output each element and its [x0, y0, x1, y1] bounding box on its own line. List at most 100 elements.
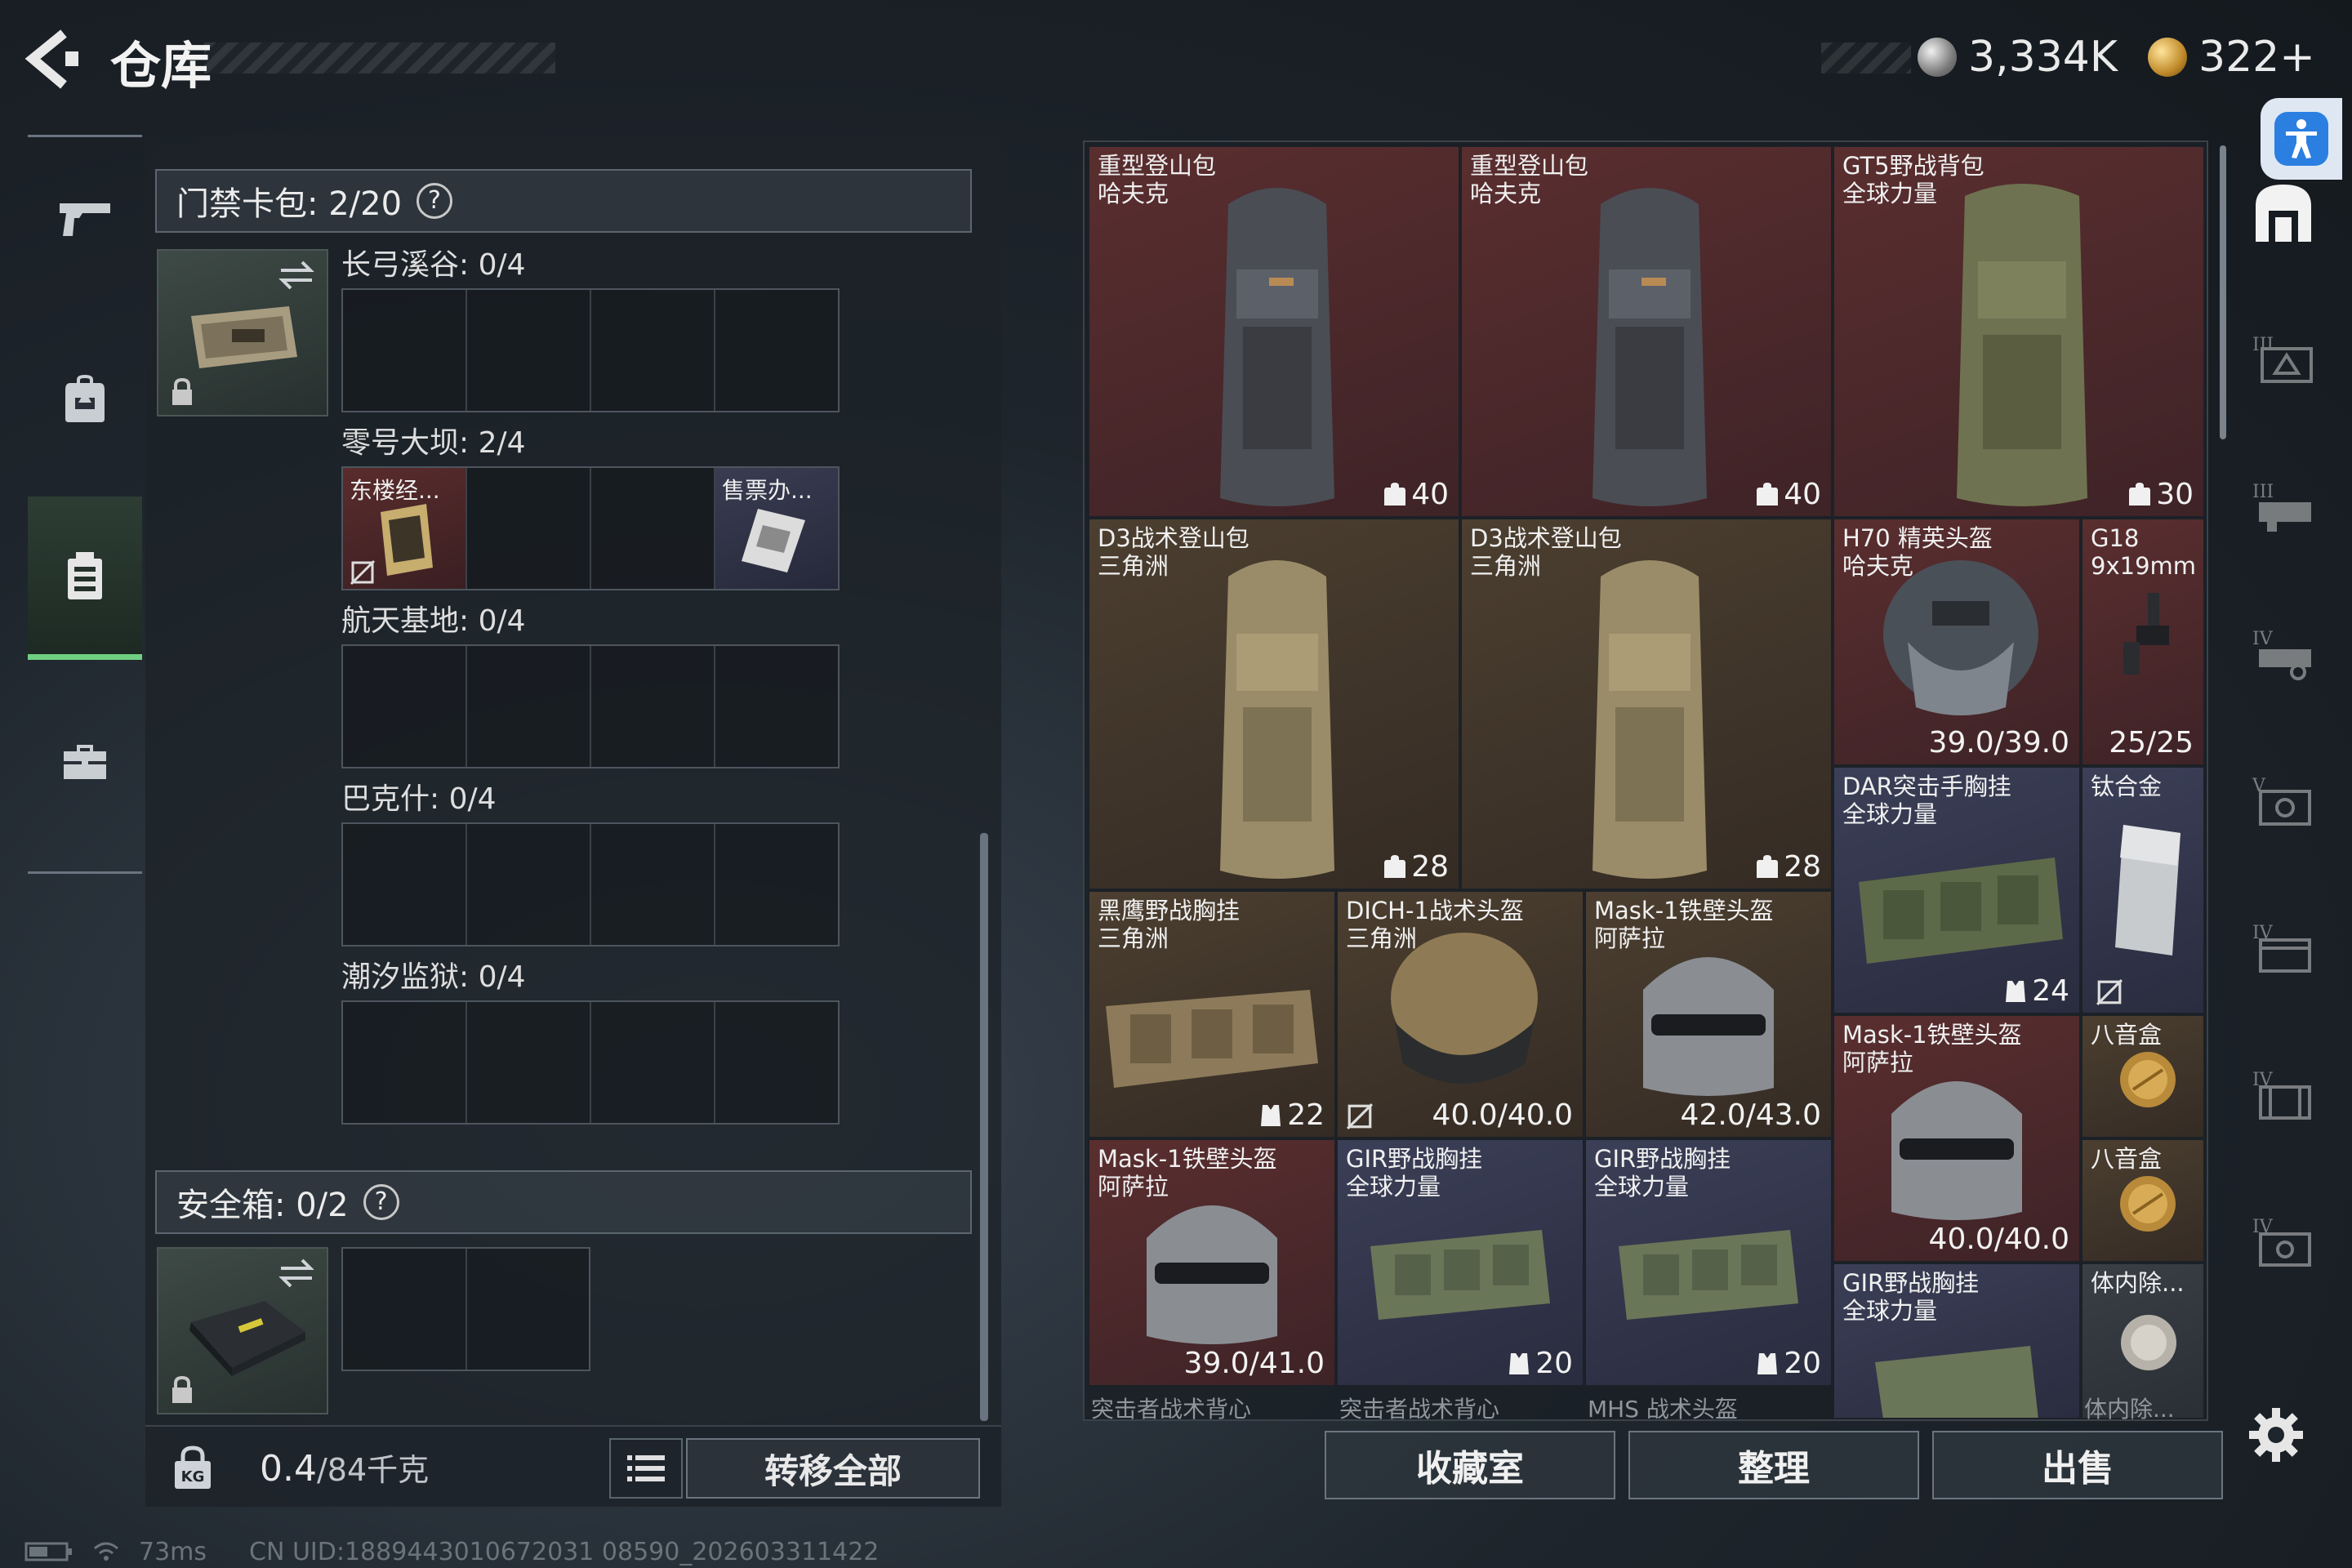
help-icon[interactable]: ?: [363, 1184, 399, 1220]
keycard-slot[interactable]: [343, 290, 467, 411]
keycard-slot[interactable]: [343, 1002, 467, 1123]
keycard-slot[interactable]: [467, 824, 591, 945]
nav-keycard-case[interactable]: [28, 497, 142, 660]
no-exit-icon: [1346, 1102, 1374, 1130]
zone-label: 巴克什: 0/4: [341, 782, 497, 816]
keycard-case-container[interactable]: [157, 249, 328, 416]
keycard-slot[interactable]: [343, 824, 467, 945]
accessibility-button[interactable]: [2261, 98, 2342, 180]
storage-tab[interactable]: IV: [2243, 1205, 2324, 1278]
nav-weapons[interactable]: [28, 137, 142, 301]
keycard-slots: [341, 644, 840, 768]
item-cell[interactable]: GIR野战胸挂 全球力量: [1833, 1263, 2081, 1419]
keycard-slot[interactable]: [715, 824, 838, 945]
keycard-slot[interactable]: [467, 646, 591, 767]
item-cell[interactable]: Mask-1铁壁头盔 阿萨拉 42.0/43.0: [1584, 890, 1833, 1138]
sort-button[interactable]: 整理: [1628, 1431, 1919, 1499]
weight-value: 0.4/84千克: [260, 1445, 429, 1490]
item-cell[interactable]: Mask-1铁壁头盔 阿萨拉 39.0/41.0: [1088, 1138, 1336, 1387]
sell-button[interactable]: 出售: [1932, 1431, 2223, 1499]
keycard-slot[interactable]: [591, 468, 715, 589]
item-cell[interactable]: DAR突击手胸挂 全球力量 24: [1833, 766, 2081, 1014]
item-cell[interactable]: 黑鹰野战胸挂 三角洲 22: [1088, 890, 1336, 1138]
keycard-slot[interactable]: [715, 646, 838, 767]
item-brand: 哈夫克: [1470, 180, 1542, 207]
keycard-slot[interactable]: [467, 290, 591, 411]
keycard-slot[interactable]: [343, 646, 467, 767]
warehouse-grid: 重型登山包 哈夫克 40 重型登山包 哈夫克 40 GT5野战背包 全球力量 3…: [1083, 140, 2208, 1423]
nav-supplies[interactable]: [28, 680, 142, 844]
safebox-container[interactable]: [157, 1247, 328, 1414]
settings-gear-icon[interactable]: [2247, 1406, 2305, 1463]
storage-tab[interactable]: IV: [2243, 617, 2324, 690]
storage-tier-4-icon: IV: [2252, 629, 2311, 680]
item-stat: 39.0/39.0: [1928, 726, 2069, 760]
keycard-slot[interactable]: [467, 1002, 591, 1123]
vest-image: [1875, 1346, 2038, 1418]
keycard-slot[interactable]: 售票办...: [715, 468, 838, 589]
item-cell[interactable]: H70 精英头盔 哈夫克 39.0/39.0: [1833, 518, 2081, 766]
partial-item-label: 突击者战术背心: [1091, 1396, 1252, 1423]
lock-icon: [172, 1375, 192, 1403]
grid-scrollbar[interactable]: [2220, 145, 2226, 439]
item-stat: 39.0/41.0: [1183, 1347, 1325, 1380]
transfer-all-button[interactable]: 转移全部: [686, 1438, 980, 1499]
storage-tab[interactable]: III: [2243, 470, 2324, 543]
item-stat: 40: [1411, 478, 1449, 511]
keycard-item[interactable]: 东楼经...: [343, 468, 466, 589]
keycard-image: [381, 504, 433, 576]
keycard-slot[interactable]: 东楼经...: [343, 468, 467, 589]
keycard-slot[interactable]: [715, 290, 838, 411]
item-stat: 40.0/40.0: [1928, 1223, 2069, 1256]
item-cell[interactable]: G18 9x19mm 25/25: [2081, 518, 2205, 766]
keycard-case-image: [191, 306, 297, 368]
item-cell[interactable]: DICH-1战术头盔 三角洲 40.0/40.0: [1336, 890, 1584, 1138]
keycard-slot[interactable]: [467, 468, 591, 589]
svg-text:III: III: [2252, 482, 2274, 502]
item-cell[interactable]: GT5野战背包 全球力量 30: [1833, 145, 2205, 518]
item-cell[interactable]: GIR野战胸挂 全球力量 20: [1336, 1138, 1584, 1387]
item-cell[interactable]: Mask-1铁壁头盔 阿萨拉 40.0/40.0: [1833, 1014, 2081, 1263]
music-box-image: [2120, 1176, 2176, 1232]
item-cell[interactable]: D3战术登山包 三角洲 28: [1088, 518, 1460, 890]
item-cell[interactable]: GIR野战胸挂 全球力量 20: [1584, 1138, 1833, 1387]
item-brand: 三角洲: [1098, 924, 1169, 952]
nav-equipment[interactable]: [28, 317, 142, 480]
safebox-slot[interactable]: [467, 1249, 590, 1370]
silver-currency[interactable]: 3,334K: [1918, 31, 2118, 83]
safebox-slot[interactable]: [343, 1249, 467, 1370]
list-view-button[interactable]: [609, 1438, 683, 1499]
storage-tab[interactable]: V: [2243, 764, 2324, 837]
item-stat: 28: [1784, 850, 1821, 884]
item-cell[interactable]: 重型登山包 哈夫克 40: [1088, 145, 1460, 518]
swap-icon[interactable]: [276, 1257, 317, 1290]
item-cell[interactable]: 钛合金: [2081, 766, 2205, 1014]
item-cell[interactable]: D3战术登山包 三角洲 28: [1460, 518, 1833, 890]
panel-scrollbar[interactable]: [980, 833, 988, 1421]
zone-label: 长弓溪谷: 0/4: [341, 248, 526, 282]
back-arrow-icon[interactable]: [24, 29, 82, 90]
swap-icon[interactable]: [276, 259, 317, 292]
ping-value: 73ms: [139, 1537, 207, 1566]
keycard-item[interactable]: 售票办...: [715, 468, 838, 589]
item-cell[interactable]: 八音盒: [2081, 1138, 2205, 1263]
storage-tab[interactable]: IV: [2243, 911, 2324, 984]
storage-nav: III III IV V IV IV IV: [2238, 176, 2336, 1384]
item-cell[interactable]: 重型登山包 哈夫克 40: [1460, 145, 1833, 518]
item-cell[interactable]: 八音盒: [2081, 1014, 2205, 1138]
keycard-slot[interactable]: [591, 824, 715, 945]
category-nav: [28, 135, 142, 874]
help-icon[interactable]: ?: [416, 183, 453, 219]
storage-tab[interactable]: IV: [2243, 1058, 2324, 1131]
storage-tab[interactable]: III: [2243, 323, 2324, 396]
keycard-slot[interactable]: [591, 646, 715, 767]
keycard-slot[interactable]: [715, 1002, 838, 1123]
collection-room-button[interactable]: 收藏室: [1325, 1431, 1615, 1499]
zone-label: 潮汐监狱: 0/4: [341, 960, 526, 994]
item-stat: 30: [2156, 478, 2194, 511]
gold-currency[interactable]: 322+: [2148, 31, 2315, 83]
safehouse-tab[interactable]: [2243, 176, 2324, 249]
keycard-slot[interactable]: [591, 290, 715, 411]
keycard-slot[interactable]: [591, 1002, 715, 1123]
weight-bar: KG 0.4/84千克 转移全部: [145, 1425, 1001, 1507]
